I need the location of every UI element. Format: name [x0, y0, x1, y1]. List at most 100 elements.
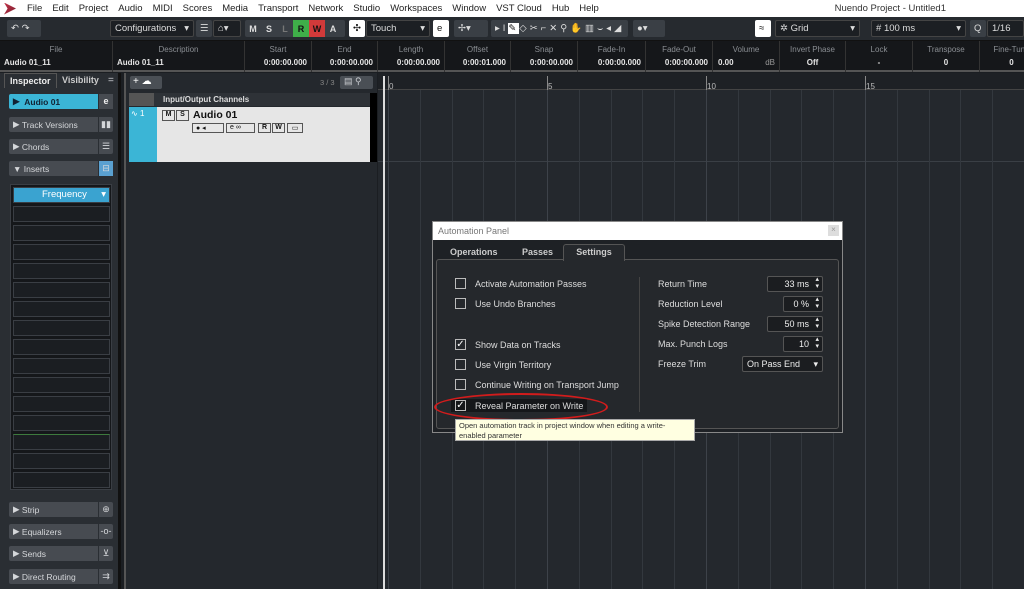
- quantize-button[interactable]: Q: [970, 20, 986, 37]
- tab-settings[interactable]: Settings: [563, 244, 625, 261]
- insert-slot[interactable]: [13, 396, 110, 412]
- insert-slot[interactable]: [13, 472, 110, 488]
- insert-slot[interactable]: [13, 453, 110, 469]
- menu-icon[interactable]: =: [108, 75, 114, 86]
- section-sends[interactable]: ▶ Sends ⊻: [9, 546, 113, 561]
- info-value[interactable]: 0:00:00.000: [264, 58, 307, 67]
- track-write-button[interactable]: W: [272, 123, 285, 133]
- menu-midi[interactable]: MIDI: [148, 3, 178, 14]
- track-mute-button[interactable]: M: [162, 110, 175, 121]
- glue-icon[interactable]: ⌐: [541, 23, 550, 34]
- insert-slot[interactable]: [13, 244, 110, 260]
- info-value[interactable]: Audio 01_11: [117, 58, 164, 67]
- quantize-dropdown[interactable]: 1/16: [987, 20, 1024, 37]
- info-value[interactable]: -: [846, 58, 912, 67]
- section-equalizers[interactable]: ▶ Equalizers -o-: [9, 524, 113, 539]
- menu-scores[interactable]: Scores: [178, 3, 218, 14]
- insert-slot[interactable]: [13, 415, 110, 431]
- info-value[interactable]: 0:00:00.000: [598, 58, 641, 67]
- section-track-versions[interactable]: ▶ Track Versions ▮▮: [9, 117, 113, 132]
- info-value[interactable]: 0:00:00.000: [530, 58, 573, 67]
- checkbox-continue-writing-on-transport-jump[interactable]: Continue Writing on Transport Jump: [455, 379, 619, 390]
- undo-icon[interactable]: ↶: [11, 23, 19, 34]
- mute-button[interactable]: M: [245, 20, 261, 37]
- track-search-icon[interactable]: ▤ ⚲: [340, 76, 373, 89]
- write-button[interactable]: W: [309, 20, 325, 37]
- list-icon[interactable]: ☰: [196, 20, 212, 37]
- insert-slot[interactable]: [13, 301, 110, 317]
- cursor-line[interactable]: [383, 76, 385, 589]
- hand-icon[interactable]: ✋: [570, 23, 585, 34]
- tab-passes[interactable]: Passes: [516, 245, 559, 260]
- menu-network[interactable]: Network: [303, 3, 348, 14]
- tool-buttons[interactable]: ▸ I ✎ ◇ ✂ ⌐ ✕ ⚲ ✋ ▥ ⌣ ◂ ◢: [491, 20, 628, 37]
- info-value[interactable]: 0.00: [718, 58, 734, 67]
- automation-mode-dropdown[interactable]: Touch ▾: [366, 20, 430, 37]
- param-spinbox[interactable]: 10: [783, 336, 823, 352]
- unchecked-icon[interactable]: [455, 298, 466, 309]
- insert-slot[interactable]: [13, 434, 110, 450]
- checkbox-activate-automation-passes[interactable]: Activate Automation Passes: [455, 278, 587, 289]
- edit-channel-icon[interactable]: e: [98, 94, 113, 109]
- folder-row[interactable]: Input/Output Channels: [129, 93, 373, 106]
- snap-auto-icon[interactable]: ●▾: [633, 20, 665, 37]
- tab-operations[interactable]: Operations: [444, 245, 504, 260]
- play-icon[interactable]: ◂: [606, 23, 614, 34]
- mute-tool-icon[interactable]: ✕: [549, 23, 560, 34]
- split-icon[interactable]: ✂: [530, 23, 541, 34]
- menu-window[interactable]: Window: [447, 3, 491, 14]
- param-spinbox[interactable]: 50 ms: [767, 316, 823, 332]
- insert-slot[interactable]: [13, 263, 110, 279]
- freeze-trim-dropdown[interactable]: On Pass End ▾: [742, 356, 823, 372]
- lanes-icon[interactable]: ▭: [287, 123, 303, 133]
- menu-file[interactable]: File: [22, 3, 47, 14]
- info-value[interactable]: 0:00:01.000: [463, 58, 506, 67]
- menu-project[interactable]: Project: [74, 3, 114, 14]
- param-spinbox[interactable]: 0 %: [783, 296, 823, 312]
- tab-inspector[interactable]: Inspector: [4, 73, 57, 88]
- configurations-dropdown[interactable]: Configurations ▾: [110, 20, 194, 37]
- close-icon[interactable]: ×: [828, 225, 839, 236]
- comp-icon[interactable]: ▥: [585, 23, 597, 34]
- menu-media[interactable]: Media: [217, 3, 253, 14]
- listen-button[interactable]: L: [277, 20, 293, 37]
- workspace-icon[interactable]: ⌂▾: [213, 20, 241, 37]
- menu-transport[interactable]: Transport: [253, 3, 303, 14]
- section-inserts[interactable]: ▼ Inserts ⊟: [9, 161, 113, 176]
- grid-dropdown[interactable]: # 100 ms ▾: [871, 20, 966, 37]
- unchecked-icon[interactable]: [455, 379, 466, 390]
- menu-help[interactable]: Help: [574, 3, 604, 14]
- info-value[interactable]: 0:00:00.000: [397, 58, 440, 67]
- checked-icon[interactable]: ✓: [455, 339, 466, 350]
- edit-link-buttons[interactable]: e ∞: [226, 123, 255, 133]
- automation-mode-icon[interactable]: ✣: [349, 20, 365, 37]
- redo-icon[interactable]: ↷: [22, 23, 30, 34]
- erase-icon[interactable]: ◇: [519, 23, 529, 34]
- insert-slot-frequency[interactable]: Frequency ▾: [13, 187, 110, 203]
- checkbox-use-virgin-territory[interactable]: Use Virgin Territory: [455, 359, 551, 370]
- info-value[interactable]: Audio 01_11: [4, 58, 51, 67]
- tab-visibility[interactable]: Visibility: [57, 73, 104, 88]
- solo-button[interactable]: S: [261, 20, 277, 37]
- info-value[interactable]: Off: [780, 58, 845, 67]
- insert-slot[interactable]: [13, 320, 110, 336]
- menu-hub[interactable]: Hub: [547, 3, 574, 14]
- menu-workspaces[interactable]: Workspaces: [385, 3, 447, 14]
- insert-slot[interactable]: [13, 225, 110, 241]
- menu-audio[interactable]: Audio: [113, 3, 147, 14]
- track-name[interactable]: Audio 01: [193, 109, 237, 121]
- info-value[interactable]: 0:00:00.000: [330, 58, 373, 67]
- draw-icon[interactable]: ✎: [508, 23, 520, 34]
- unchecked-icon[interactable]: [455, 359, 466, 370]
- automation-panel-icon[interactable]: ✢▾: [454, 20, 488, 37]
- insert-slot[interactable]: [13, 358, 110, 374]
- track-solo-button[interactable]: S: [176, 110, 189, 121]
- record-monitor-buttons[interactable]: ● ◂: [192, 123, 224, 133]
- insert-slot[interactable]: [13, 377, 110, 393]
- line-icon[interactable]: ⌣: [597, 23, 606, 34]
- snap-type-dropdown[interactable]: ✲ Grid ▾: [775, 20, 860, 37]
- checkbox-show-data-on-tracks[interactable]: ✓ Show Data on Tracks: [455, 339, 561, 350]
- zoom-icon[interactable]: ⚲: [560, 23, 570, 34]
- read-button[interactable]: R: [293, 20, 309, 37]
- menu-edit[interactable]: Edit: [47, 3, 73, 14]
